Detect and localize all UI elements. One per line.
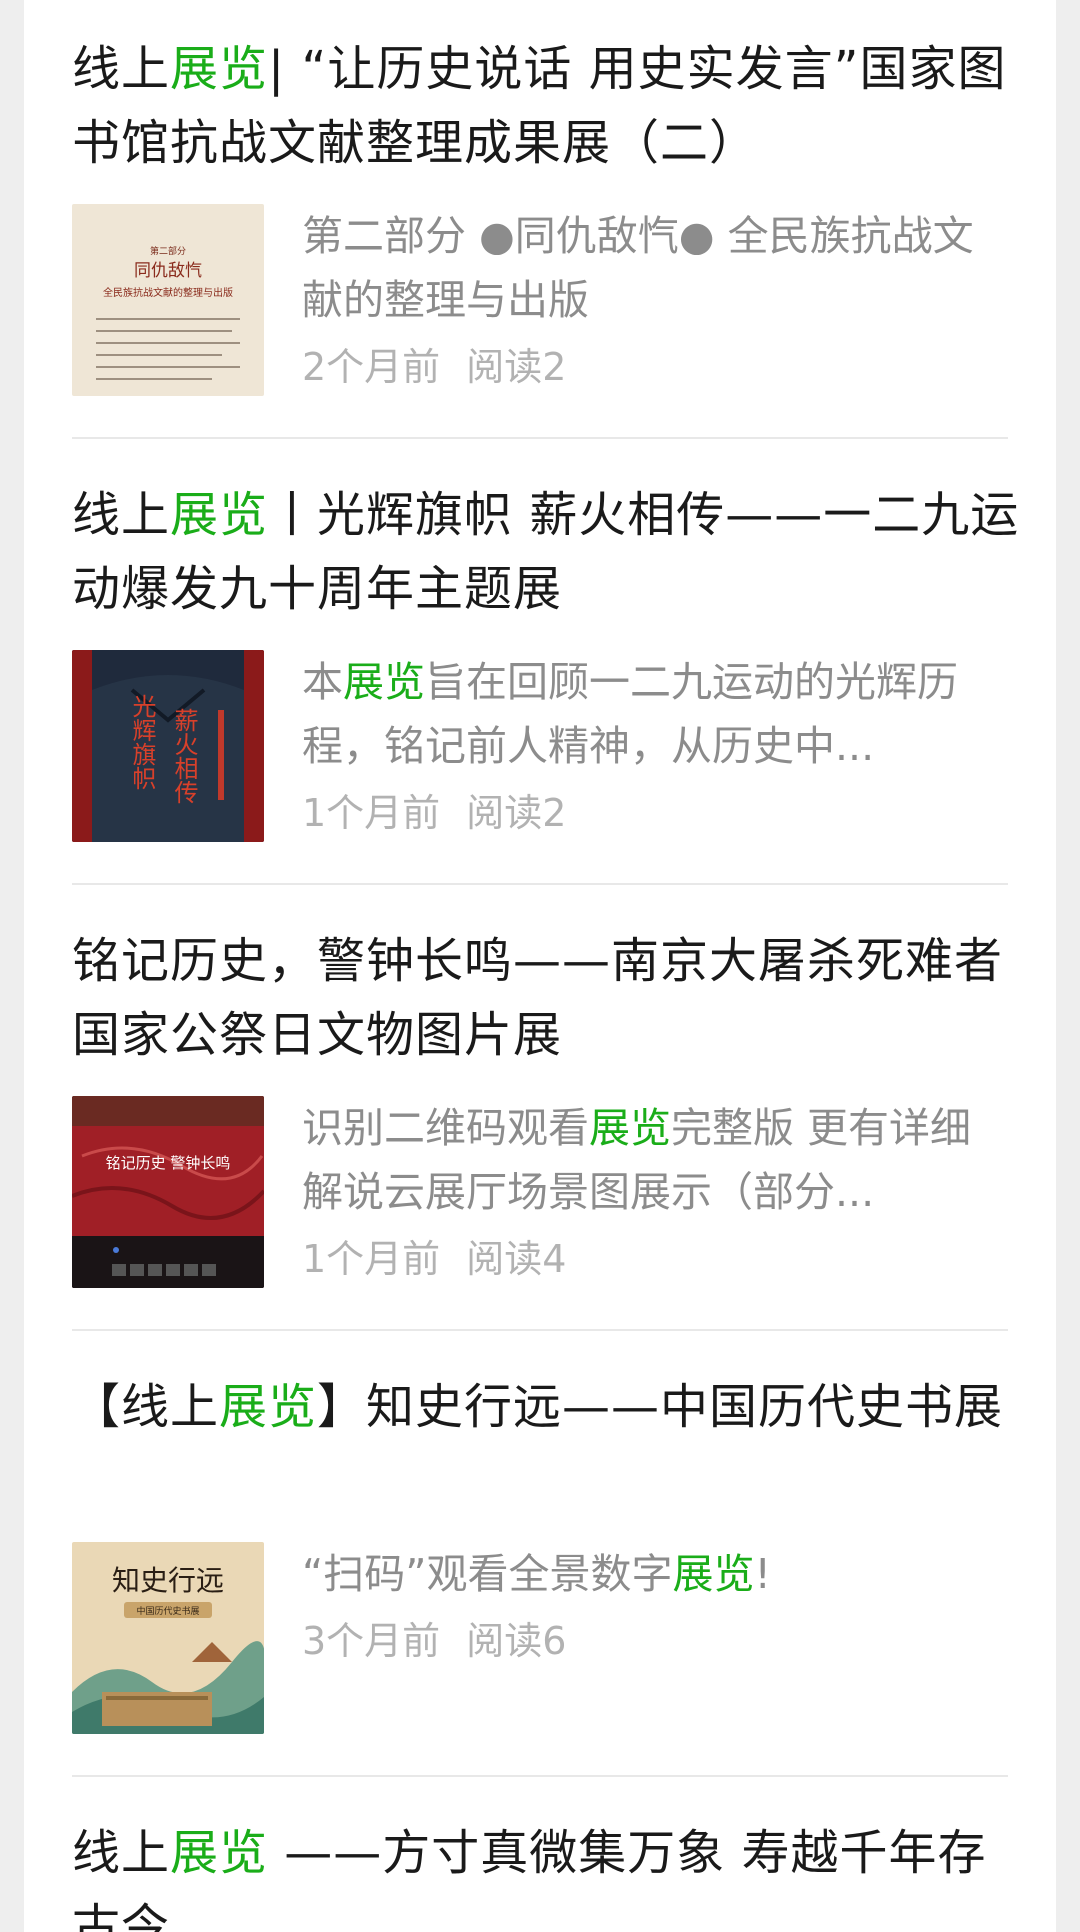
title-text: 线上 bbox=[72, 1825, 171, 1881]
read-count: 阅读2 bbox=[466, 791, 567, 835]
article-summary: 第二部分 ●同仇敌忾● 全民族抗战文献的整理与出版 bbox=[302, 204, 1002, 332]
read-count: 阅读6 bbox=[466, 1619, 567, 1663]
hall-banner-text: 铭记历史 警钟长鸣 bbox=[106, 1154, 231, 1172]
summary-text: 识别二维码观看 bbox=[302, 1104, 589, 1152]
title-keyword-highlight: 展览 bbox=[170, 1825, 269, 1881]
title-text: 铭记历史，警钟长鸣——南京大屠杀死难者国家公祭日文物图片展 bbox=[72, 933, 1004, 1063]
summary-text: “扫码”观看全景数字 bbox=[302, 1550, 673, 1598]
article-thumbnail[interactable]: 第二部分 同仇敌忾 全民族抗战文献的整理与出版 bbox=[72, 204, 264, 396]
poster-image: 光辉旗帜 薪火相传 bbox=[72, 650, 264, 842]
article-summary: 本展览旨在回顾一二九运动的光辉历程，铭记前人精神，从历史中... bbox=[302, 650, 1002, 778]
document-page-image: 第二部分 同仇敌忾 全民族抗战文献的整理与出版 bbox=[72, 204, 264, 396]
title-text: 线上 bbox=[72, 487, 171, 543]
article-body: 铭记历史 警钟长鸣 识别二维码观看展览完整版 更有详细解说云展厅场景图展示（部分… bbox=[72, 1096, 1032, 1288]
article-title[interactable]: 线上展览丨光辉旗帜 薪火相传——一二九运动爆发九十周年主题展 bbox=[72, 478, 1032, 626]
summary-text: ! bbox=[754, 1550, 771, 1598]
title-keyword-highlight: 展览 bbox=[170, 41, 269, 97]
article-card[interactable]: 线上展览丨光辉旗帜 薪火相传——一二九运动爆发九十周年主题展 光辉旗帜 薪火相传… bbox=[72, 478, 1032, 842]
read-count: 阅读4 bbox=[466, 1237, 567, 1281]
publish-time: 3个月前 bbox=[302, 1619, 441, 1663]
title-text: 】知史行远——中国历代史书展 bbox=[317, 1379, 1004, 1435]
summary-text: 本 bbox=[302, 658, 343, 706]
summary-keyword-highlight: 展览 bbox=[589, 1104, 671, 1152]
publish-time: 1个月前 bbox=[302, 1237, 441, 1281]
exhibition-hall-image: 铭记历史 警钟长鸣 bbox=[72, 1096, 264, 1288]
poster-title-left: 光辉旗帜 bbox=[128, 694, 156, 790]
article-list: 线上展览| “让历史说话 用史实发言”国家图书馆抗战文献整理成果展（二） 第二部… bbox=[24, 0, 1056, 1932]
article-body: 知史行远 中国历代史书展 “扫码”观看全景数字展览! 3个月前 阅读6 bbox=[72, 1542, 1032, 1734]
article-body: 光辉旗帜 薪火相传 本展览旨在回顾一二九运动的光辉历程，铭记前人精神，从历史中.… bbox=[72, 650, 1032, 842]
article-title[interactable]: 【线上展览】知史行远——中国历代史书展 bbox=[72, 1370, 1032, 1444]
thumb-caption: 第二部分 bbox=[150, 245, 186, 257]
article-meta: 2个月前 阅读2 bbox=[302, 342, 566, 392]
article-title[interactable]: 线上展览| “让历史说话 用史实发言”国家图书馆抗战文献整理成果展（二） bbox=[72, 32, 1032, 180]
article-thumbnail[interactable]: 光辉旗帜 薪火相传 bbox=[72, 650, 264, 842]
exhibition-poster-image: 知史行远 中国历代史书展 bbox=[72, 1542, 264, 1734]
article-card[interactable]: 线上展览 ——方寸真微集万象 寿越千年存古今 bbox=[72, 1816, 1032, 1932]
article-thumbnail[interactable]: 铭记历史 警钟长鸣 bbox=[72, 1096, 264, 1288]
read-count: 阅读2 bbox=[466, 345, 567, 389]
article-card[interactable]: 【线上展览】知史行远——中国历代史书展 知史行远 中国历代史书展 “扫码”观看全… bbox=[72, 1370, 1032, 1734]
title-text: 线上 bbox=[72, 41, 171, 97]
article-meta: 1个月前 阅读2 bbox=[302, 788, 566, 838]
title-text: 【线上 bbox=[72, 1379, 220, 1435]
publish-time: 2个月前 bbox=[302, 345, 441, 389]
poster-subtitle: 中国历代史书展 bbox=[136, 1605, 199, 1617]
article-meta: 3个月前 阅读6 bbox=[302, 1616, 566, 1666]
divider bbox=[72, 883, 1008, 885]
article-card[interactable]: 铭记历史，警钟长鸣——南京大屠杀死难者国家公祭日文物图片展 铭记历史 警钟长鸣 bbox=[72, 924, 1032, 1288]
divider bbox=[72, 1775, 1008, 1777]
divider bbox=[72, 1329, 1008, 1331]
thumb-heading: 同仇敌忾 bbox=[134, 261, 202, 281]
article-card[interactable]: 线上展览| “让历史说话 用史实发言”国家图书馆抗战文献整理成果展（二） 第二部… bbox=[72, 32, 1032, 396]
article-body: 第二部分 同仇敌忾 全民族抗战文献的整理与出版 第二部分 ●同仇敌忾● 全民族抗… bbox=[72, 204, 1032, 396]
summary-keyword-highlight: 展览 bbox=[672, 1550, 755, 1598]
article-title[interactable]: 线上展览 ——方寸真微集万象 寿越千年存古今 bbox=[72, 1816, 1032, 1932]
publish-time: 1个月前 bbox=[302, 791, 441, 835]
poster-calligraphy: 知史行远 bbox=[112, 1564, 224, 1597]
poster-title-right: 薪火相传 bbox=[170, 708, 198, 804]
article-summary: “扫码”观看全景数字展览! bbox=[302, 1542, 1002, 1606]
article-thumbnail[interactable]: 知史行远 中国历代史书展 bbox=[72, 1542, 264, 1734]
article-title[interactable]: 铭记历史，警钟长鸣——南京大屠杀死难者国家公祭日文物图片展 bbox=[72, 924, 1032, 1072]
summary-text: 第二部分 ●同仇敌忾● 全民族抗战文献的整理与出版 bbox=[302, 212, 974, 324]
divider bbox=[72, 437, 1008, 439]
summary-keyword-highlight: 展览 bbox=[343, 658, 425, 706]
title-keyword-highlight: 展览 bbox=[219, 1379, 318, 1435]
thumb-subheading: 全民族抗战文献的整理与出版 bbox=[103, 286, 233, 299]
article-meta: 1个月前 阅读4 bbox=[302, 1234, 566, 1284]
article-summary: 识别二维码观看展览完整版 更有详细解说云展厅场景图展示（部分... bbox=[302, 1096, 1002, 1224]
title-keyword-highlight: 展览 bbox=[170, 487, 269, 543]
